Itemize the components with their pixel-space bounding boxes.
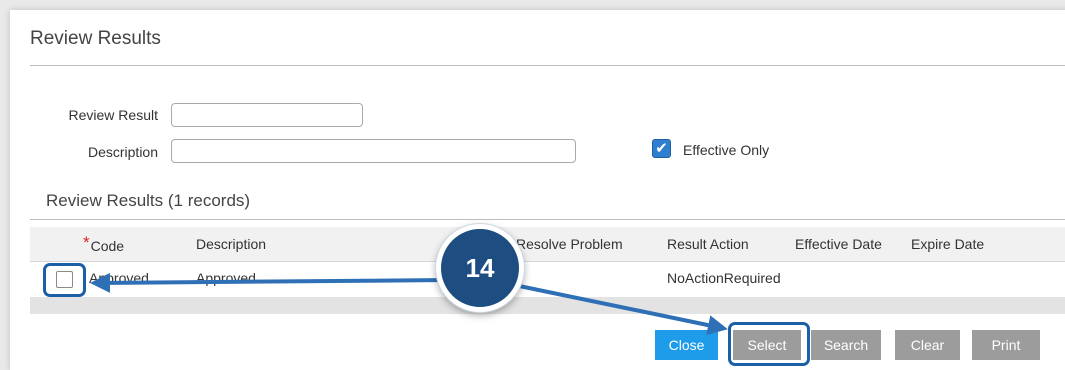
select-button-highlight <box>728 322 810 366</box>
callout-arrow-to-select <box>499 280 728 335</box>
callout-arrows <box>90 272 728 335</box>
checkbox-highlight <box>43 263 86 297</box>
callout-arrow-to-checkbox <box>90 272 451 293</box>
step-number-badge: 14 <box>436 224 524 312</box>
